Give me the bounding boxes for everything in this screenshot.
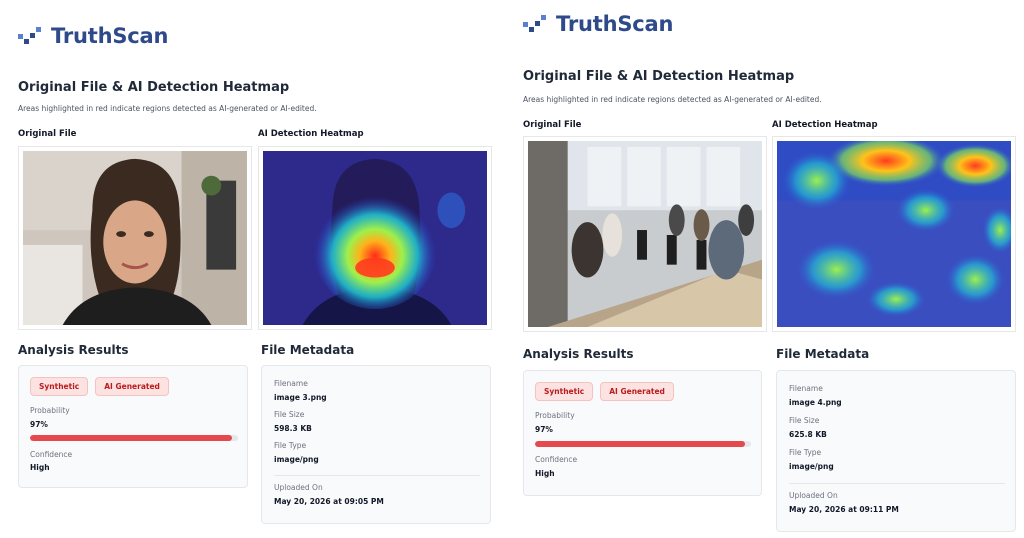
probability-bar-fill [535,441,745,447]
ai-generated-badge: AI Generated [95,377,169,396]
section-title: Original File & AI Detection Heatmap [523,69,795,84]
original-image-frame [523,136,767,332]
probability-bar [30,435,238,441]
probability-value: 97% [30,420,48,429]
analysis-results-title: Analysis Results [18,343,129,357]
confidence-label: Confidence [30,450,73,459]
filetype-label: File Type [789,448,822,457]
filetype-label: File Type [274,441,307,450]
filename-value: image 3.png [274,393,327,402]
original-file-label: Original File [523,120,582,130]
section-subtitle: Areas highlighted in red indicate region… [18,104,317,113]
section-title: Original File & AI Detection Heatmap [18,80,290,95]
uploaded-value: May 20, 2026 at 09:11 PM [789,505,899,514]
brand-name: TruthScan [51,24,169,48]
filename-label: Filename [274,379,308,388]
heatmap-image-frame [772,136,1016,332]
analysis-results-title: Analysis Results [523,347,634,361]
probability-label: Probability [30,406,70,415]
filesize-label: File Size [789,416,820,425]
file-metadata-title: File Metadata [261,343,355,357]
selfie-portrait-image [23,151,247,325]
pixel-check-logo-icon [523,14,547,34]
filesize-label: File Size [274,410,305,419]
uploaded-value: May 20, 2026 at 09:05 PM [274,497,384,506]
brand-name: TruthScan [556,12,674,36]
report-panel-left: TruthScan Original File & AI Detection H… [0,0,510,538]
selfie-heatmap-overlay-image [263,151,487,325]
synthetic-badge: Synthetic [535,382,594,401]
probability-label: Probability [535,411,575,420]
original-image-frame [18,146,252,330]
probability-bar [535,441,751,447]
analysis-results-card: Synthetic AI Generated Probability 97% C… [18,365,248,488]
metadata-divider [274,475,480,476]
confidence-label: Confidence [535,455,578,464]
file-metadata-title: File Metadata [776,347,870,361]
analysis-results-card: Synthetic AI Generated Probability 97% C… [523,370,762,496]
report-panel-right: TruthScan Original File & AI Detection H… [511,0,1024,538]
original-file-label: Original File [18,129,77,139]
filetype-value: image/png [274,455,319,464]
heatmap-label: AI Detection Heatmap [772,120,878,130]
filesize-value: 625.8 KB [789,430,827,439]
brand-header[interactable]: TruthScan [523,12,673,36]
uploaded-label: Uploaded On [789,491,838,500]
pixel-check-logo-icon [18,26,42,46]
probability-bar-fill [30,435,232,441]
file-metadata-card: Filename image 3.png File Size 598.3 KB … [261,365,491,524]
confidence-value: High [535,469,555,478]
brand-header[interactable]: TruthScan [18,24,168,48]
office-heatmap-overlay-image [777,141,1011,327]
metadata-divider [789,483,1005,484]
filetype-value: image/png [789,462,834,471]
synthetic-badge: Synthetic [30,377,89,396]
filesize-value: 598.3 KB [274,424,312,433]
heatmap-label: AI Detection Heatmap [258,129,364,139]
office-photo-image [528,141,762,327]
section-subtitle: Areas highlighted in red indicate region… [523,95,822,104]
heatmap-image-frame [258,146,492,330]
result-badges: Synthetic AI Generated [30,377,169,396]
confidence-value: High [30,463,50,472]
filename-label: Filename [789,384,823,393]
filename-value: image 4.png [789,398,842,407]
uploaded-label: Uploaded On [274,483,323,492]
probability-value: 97% [535,425,553,434]
ai-generated-badge: AI Generated [600,382,674,401]
file-metadata-card: Filename image 4.png File Size 625.8 KB … [776,370,1016,532]
result-badges: Synthetic AI Generated [535,382,674,401]
